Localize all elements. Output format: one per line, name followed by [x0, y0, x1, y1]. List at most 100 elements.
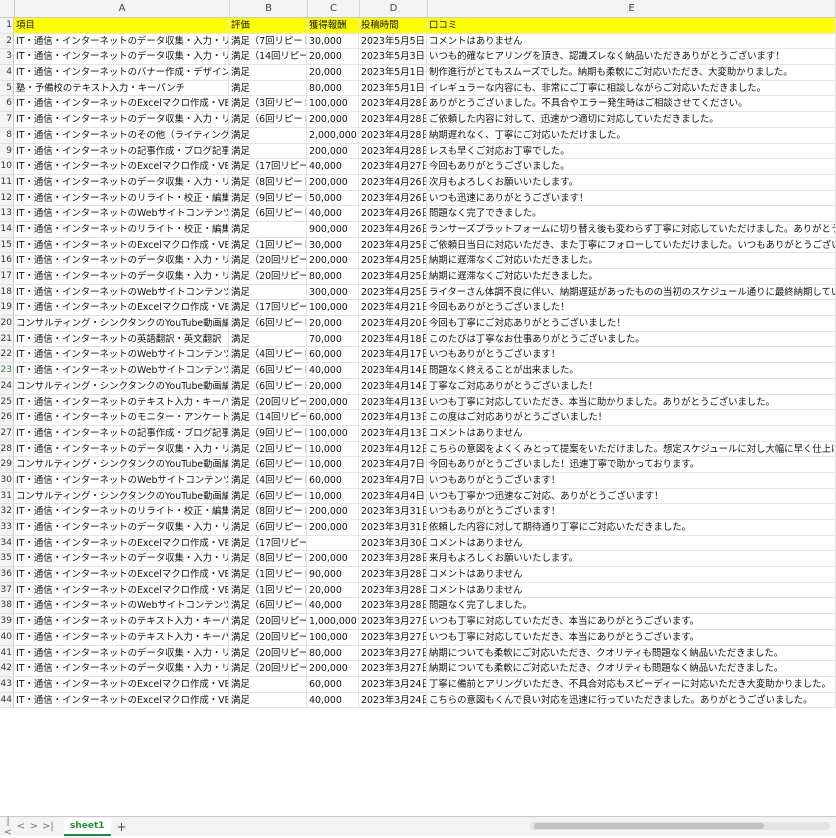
cell-rating[interactable]: 満足（7回リピート） [229, 33, 307, 50]
cell-rating[interactable]: 満足（6回リピート） [229, 363, 307, 379]
cell-item[interactable]: IT・通信・インターネットのテキスト入力・キーパンチ [14, 629, 229, 646]
cell-date[interactable]: 2023年4月14日 [359, 363, 427, 379]
cell-date[interactable]: 2023年4月28日 [359, 143, 427, 160]
cell-rating[interactable]: 満足（20回リピート） [229, 629, 307, 646]
cell-item[interactable]: IT・通信・インターネットのリライト・校正・編集 [14, 190, 229, 207]
cell-reward[interactable]: 80,000 [307, 645, 359, 662]
cell-rating[interactable]: 満足（1回リピート） [229, 567, 307, 583]
cell-date[interactable]: 2023年5月1日 [359, 65, 427, 81]
cell-item[interactable]: IT・通信・インターネットのExcelマクロ作成・VBA開発 [14, 159, 229, 175]
cell-reward[interactable]: 100,000 [307, 425, 359, 442]
last-sheet-button[interactable]: >| [42, 821, 54, 832]
cell-date[interactable]: 2023年4月28日 [359, 96, 427, 113]
cell-item[interactable]: IT・通信・インターネットのデータ収集・入力・リスト作成 [14, 174, 229, 191]
cell-item[interactable]: IT・通信・インターネットのデータ収集・入力・リスト作成 [14, 520, 229, 536]
cell-review[interactable]: ランサーズプラットフォームに切り替え後も変わらず丁寧に対応していただけました。あ… [427, 221, 836, 238]
row-number[interactable]: 11 [0, 174, 14, 191]
cell-review[interactable]: 今回もありがとうございました！迅速丁寧で助かっております。 [427, 457, 836, 473]
cell-review[interactable]: いつも迅速にありがとうございます！ [427, 190, 836, 207]
cell-date[interactable]: 2023年3月27日 [359, 645, 427, 662]
row-number[interactable]: 20 [0, 316, 14, 332]
cell-review[interactable]: 今回も丁寧にご対応ありがとうございました！ [427, 316, 836, 332]
cell-date[interactable]: 2023年5月5日 [359, 33, 427, 50]
cell-item[interactable]: IT・通信・インターネットのWebサイトコンテンツ作成 [14, 598, 229, 615]
cell-date[interactable]: 2023年4月25日 [359, 253, 427, 269]
cell-review[interactable]: こちらの意図もくんで良い対応を迅速に行っていただきました。ありがとうございました… [427, 692, 836, 709]
cell-date[interactable]: 2023年4月4日 [359, 488, 427, 505]
cell-date[interactable]: 2023年4月13日 [359, 410, 427, 426]
cell-date[interactable]: 2023年4月20日 [359, 316, 427, 332]
cell-reward[interactable]: 1,000,000 [307, 614, 359, 630]
cell-review[interactable]: このたびは丁寧なお仕事ありがとうございました。 [427, 331, 836, 348]
cell-date[interactable]: 2023年4月25日 [359, 269, 427, 285]
cell-reward[interactable]: 60,000 [307, 410, 359, 426]
cell-rating[interactable]: 満足 [229, 127, 307, 144]
cell-item[interactable]: IT・通信・インターネットのデータ収集・入力・リスト作成 [14, 33, 229, 50]
cell-item[interactable]: IT・通信・インターネットのExcelマクロ作成・VBA開発 [14, 96, 229, 113]
cell-review[interactable]: 納期についても柔軟にご対応いただき、クオリティも問題なく納品いただきました。 [427, 645, 836, 662]
row-number[interactable]: 4 [0, 65, 14, 81]
cell-rating[interactable]: 満足 [229, 65, 307, 81]
cell-reward[interactable]: 80,000 [307, 80, 359, 97]
cell-reward[interactable]: 40,000 [307, 363, 359, 379]
cell-date[interactable]: 2023年4月27日 [359, 159, 427, 175]
cell-reward[interactable]: 200,000 [307, 112, 359, 128]
cell-date[interactable]: 2023年5月3日 [359, 49, 427, 66]
cell-header-item[interactable]: 項目 [14, 18, 229, 34]
horizontal-scrollbar[interactable] [530, 822, 830, 830]
row-number[interactable]: 10 [0, 159, 14, 175]
cell-rating[interactable]: 満足（1回リピート） [229, 237, 307, 254]
cell-rating[interactable]: 満足（6回リピート） [229, 378, 307, 395]
cell-reward[interactable]: 20,000 [307, 49, 359, 66]
cell-item[interactable]: IT・通信・インターネットのテキスト入力・キーパンチ [14, 614, 229, 630]
cell-rating[interactable]: 満足（20回リピート） [229, 394, 307, 411]
cell-reward[interactable]: 2,000,000 [307, 127, 359, 144]
cell-reward[interactable]: 60,000 [307, 472, 359, 489]
cell-review[interactable]: 来月もよろしくお願いいたします。 [427, 551, 836, 568]
cell-reward[interactable]: 10,000 [307, 457, 359, 473]
cell-item[interactable]: IT・通信・インターネットのWebサイトコンテンツ作成 [14, 206, 229, 222]
cell-rating[interactable]: 満足（14回リピート） [229, 410, 307, 426]
cell-review[interactable]: いつもありがとうございます！ [427, 504, 836, 520]
row-number[interactable]: 40 [0, 629, 14, 646]
cell-reward[interactable] [307, 535, 359, 552]
cell-date[interactable]: 2023年4月13日 [359, 394, 427, 411]
cell-reward[interactable]: 30,000 [307, 33, 359, 50]
cell-rating[interactable]: 満足（6回リピート） [229, 520, 307, 536]
cell-rating[interactable]: 満足（1回リピート） [229, 582, 307, 599]
row-number[interactable]: 21 [0, 331, 14, 348]
column-header-d[interactable]: D [360, 0, 428, 17]
column-header-c[interactable]: C [308, 0, 360, 17]
cell-reward[interactable]: 900,000 [307, 221, 359, 238]
row-number[interactable]: 29 [0, 457, 14, 473]
cell-review[interactable]: 今回もありがとうございました。 [427, 159, 836, 175]
row-number[interactable]: 13 [0, 206, 14, 222]
cell-rating[interactable]: 満足（8回リピート） [229, 504, 307, 520]
cell-date[interactable]: 2023年4月7日 [359, 457, 427, 473]
cell-review[interactable]: ライターさん体調不良に伴い、納期遅延があったものの当初のスケジュール通りに最終納… [427, 284, 836, 301]
cell-reward[interactable]: 50,000 [307, 190, 359, 207]
row-number[interactable]: 31 [0, 488, 14, 505]
cell-review[interactable]: この度はご対応ありがとうございました！ [427, 410, 836, 426]
row-number[interactable]: 30 [0, 472, 14, 489]
cell-rating[interactable]: 満足 [229, 80, 307, 97]
cell-review[interactable]: コメントはありません [427, 33, 836, 50]
cell-date[interactable]: 2023年4月12日 [359, 441, 427, 458]
cell-reward[interactable]: 100,000 [307, 96, 359, 113]
cell-rating[interactable]: 満足 [229, 143, 307, 160]
cell-reward[interactable]: 20,000 [307, 316, 359, 332]
cell-reward[interactable]: 300,000 [307, 284, 359, 301]
row-number[interactable]: 41 [0, 645, 14, 662]
cell-item[interactable]: IT・通信・インターネットのExcelマクロ作成・VBA開発 [14, 582, 229, 599]
cell-review[interactable]: 問題なく完了しました。 [427, 598, 836, 615]
cell-reward[interactable]: 200,000 [307, 394, 359, 411]
cell-review[interactable]: 納期に遅滞なくご対応いただきました。 [427, 253, 836, 269]
cell-review[interactable]: 納期についても柔軟にご対応いただき、クオリティも問題なく納品いただきました。 [427, 661, 836, 677]
cell-date[interactable]: 2023年4月26日 [359, 221, 427, 238]
cell-reward[interactable]: 200,000 [307, 551, 359, 568]
cell-item[interactable]: IT・通信・インターネットのデータ収集・入力・リスト作成 [14, 269, 229, 285]
cell-date[interactable]: 2023年4月18日 [359, 331, 427, 348]
cell-review[interactable]: 今回もありがとうございました！ [427, 300, 836, 317]
cell-item[interactable]: IT・通信・インターネットのリライト・校正・編集 [14, 221, 229, 238]
cell-item[interactable]: IT・通信・インターネットのExcelマクロ作成・VBA開発 [14, 676, 229, 693]
